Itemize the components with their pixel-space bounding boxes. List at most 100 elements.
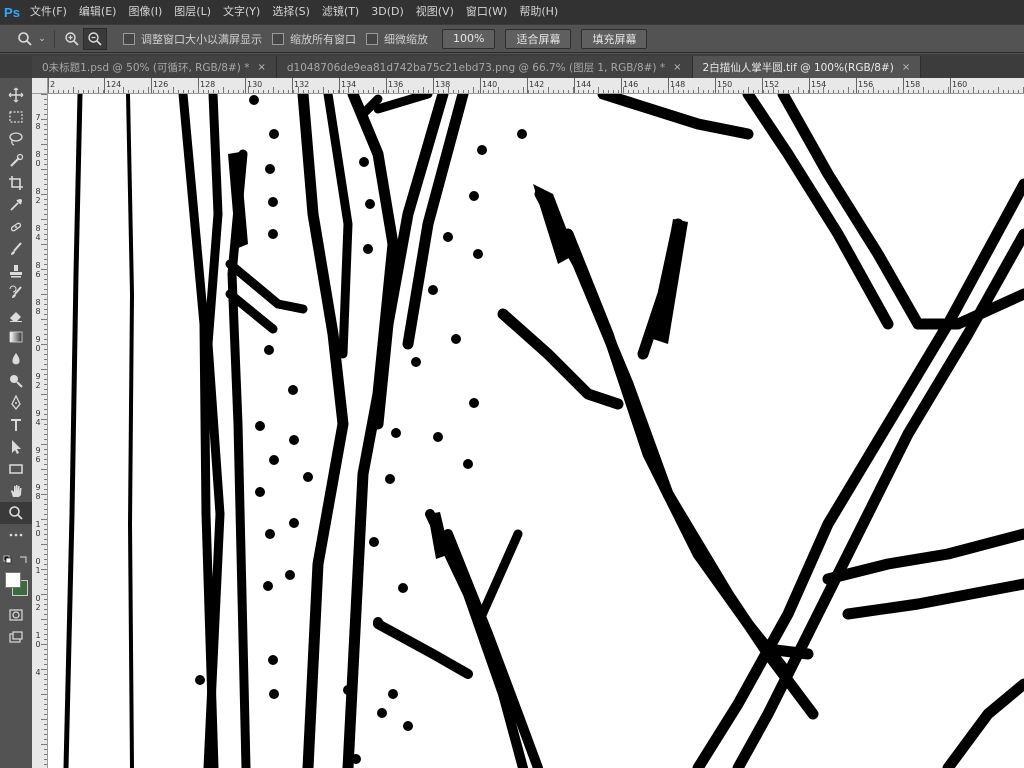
- ruler-minor-tick: [41, 94, 47, 95]
- zoom-all-checkbox[interactable]: 缩放所有窗口: [272, 31, 356, 47]
- pen-icon[interactable]: [0, 392, 32, 414]
- ruler-minor-tick: [808, 90, 809, 93]
- vertical-ruler[interactable]: 7880828486889092949698100102104: [32, 94, 48, 768]
- checkbox[interactable]: [272, 32, 284, 45]
- ruler-tick-label: 1: [35, 631, 41, 640]
- foreground-color-swatch[interactable]: [5, 572, 21, 588]
- quick-select-icon[interactable]: [0, 150, 32, 172]
- brush-icon[interactable]: [0, 238, 32, 260]
- ruler-minor-tick: [268, 90, 269, 93]
- ruler-minor-tick: [658, 90, 659, 93]
- path-select-icon[interactable]: [0, 436, 32, 458]
- color-swatches[interactable]: [0, 568, 32, 598]
- ruler-minor-tick: [773, 87, 774, 93]
- zoom-100-button[interactable]: 100%: [442, 28, 496, 49]
- ruler-tick-label: 8: [35, 150, 41, 159]
- ruler-minor-tick: [743, 90, 744, 93]
- quick-mask-icon[interactable]: [0, 604, 32, 626]
- marquee-icon[interactable]: [0, 106, 32, 128]
- ruler-minor-tick: [403, 90, 404, 93]
- zoom-icon[interactable]: [0, 502, 32, 524]
- eraser-icon[interactable]: [0, 304, 32, 326]
- document-tab[interactable]: 0未标题1.psd @ 50% (可循环, RGB/8#) * ×: [32, 56, 277, 78]
- type-icon[interactable]: [0, 414, 32, 436]
- fill-screen-button[interactable]: 填充屏幕: [581, 28, 648, 49]
- rectangle-icon[interactable]: [0, 458, 32, 480]
- blur-icon[interactable]: [0, 348, 32, 370]
- dodge-icon[interactable]: [0, 370, 32, 392]
- checkbox[interactable]: [366, 32, 378, 45]
- ruler-origin[interactable]: [32, 78, 48, 94]
- chevron-down-icon[interactable]: ⌄: [36, 29, 48, 49]
- ruler-minor-tick: [44, 754, 47, 755]
- eyedropper-icon[interactable]: [0, 194, 32, 216]
- ruler-minor-tick: [308, 90, 309, 93]
- ruler-minor-tick: [848, 87, 849, 93]
- ruler-minor-tick: [188, 90, 189, 93]
- move-icon[interactable]: [0, 84, 32, 106]
- document-tab[interactable]: d1048706de9ea81d742ba75c21ebd73.png @ 66…: [276, 56, 693, 78]
- ruler-minor-tick: [44, 739, 47, 740]
- menu-item[interactable]: 文件(F): [24, 0, 73, 24]
- ruler-minor-tick: [283, 90, 284, 93]
- ruler-minor-tick: [948, 87, 949, 93]
- horizontal-ruler[interactable]: 2 124 126 128 130 132 134 136 138 140 142 144 146 148…: [48, 78, 1024, 94]
- ruler-tick-label: 0: [35, 557, 41, 566]
- ruler-minor-tick: [573, 87, 574, 93]
- scrubby-zoom-checkbox[interactable]: 细微缩放: [366, 31, 428, 47]
- ruler-minor-tick: [58, 90, 59, 93]
- ruler-minor-tick: [44, 254, 47, 255]
- stamp-icon[interactable]: [0, 260, 32, 282]
- ruler-tick-label: 8: [35, 298, 41, 307]
- menu-item[interactable]: 编辑(E): [73, 0, 123, 24]
- document-canvas[interactable]: [48, 94, 1024, 768]
- ruler-tick-label: 0: [35, 159, 41, 168]
- menu-item[interactable]: 帮助(H): [513, 0, 564, 24]
- ruler-minor-tick: [533, 90, 534, 93]
- ruler-minor-tick: [1008, 90, 1009, 93]
- close-icon[interactable]: ×: [902, 62, 910, 73]
- ruler-minor-tick: [833, 90, 834, 93]
- photoshop-logo[interactable]: Ps: [0, 0, 24, 24]
- menu-item[interactable]: 窗口(W): [460, 0, 513, 24]
- fit-screen-button[interactable]: 适合屏幕: [505, 28, 572, 49]
- zoom-out-icon[interactable]: [83, 27, 107, 50]
- panel-grip[interactable]: [0, 54, 32, 78]
- healing-icon[interactable]: [0, 216, 32, 238]
- ruler-minor-tick: [41, 169, 47, 170]
- history-brush-icon[interactable]: [0, 282, 32, 304]
- gradient-icon[interactable]: [0, 326, 32, 348]
- ruler-tick-label: 150: [717, 80, 733, 89]
- menu-item[interactable]: 滤镜(T): [316, 0, 365, 24]
- menu-item[interactable]: 图像(I): [122, 0, 168, 24]
- zoom-in-icon[interactable]: [61, 29, 83, 49]
- checkbox[interactable]: [123, 32, 135, 45]
- resize-windows-checkbox[interactable]: 调整窗口大小以满屏显示: [123, 31, 262, 47]
- ruler-minor-tick: [978, 90, 979, 93]
- close-icon[interactable]: ×: [673, 62, 681, 73]
- document-tab[interactable]: 2白描仙人掌半圆.tif @ 100%(RGB/8#) ×: [692, 56, 922, 78]
- hand-icon[interactable]: [0, 480, 32, 502]
- zoom-tool-preset-icon[interactable]: [14, 29, 36, 49]
- ruler-minor-tick: [918, 90, 919, 93]
- ruler-minor-tick: [44, 249, 47, 250]
- menu-item[interactable]: 3D(D): [365, 0, 410, 24]
- screen-mode-icon[interactable]: [0, 626, 32, 648]
- ruler-minor-tick: [618, 90, 619, 93]
- close-icon[interactable]: ×: [257, 62, 265, 73]
- swap-colors-icon[interactable]: [0, 554, 32, 568]
- ruler-minor-tick: [44, 414, 47, 415]
- more-tools-icon[interactable]: [0, 524, 32, 546]
- ruler-minor-tick: [668, 90, 669, 93]
- menu-item[interactable]: 视图(V): [410, 0, 460, 24]
- ruler-minor-tick: [788, 90, 789, 93]
- lasso-icon[interactable]: [0, 128, 32, 150]
- ruler-tick-label: 4: [35, 418, 41, 427]
- ruler-tick-label: 128: [200, 80, 216, 89]
- line-art-illustration: [63, 94, 1024, 768]
- menu-item[interactable]: 图层(L): [168, 0, 217, 24]
- menu-item[interactable]: 选择(S): [266, 0, 316, 24]
- menu-item[interactable]: 文字(Y): [217, 0, 266, 24]
- menu-bar: Ps 文件(F) 编辑(E) 图像(I) 图层(L) 文字(Y) 选择(S) 滤镜(T) 3D…: [0, 0, 1024, 24]
- crop-icon[interactable]: [0, 172, 32, 194]
